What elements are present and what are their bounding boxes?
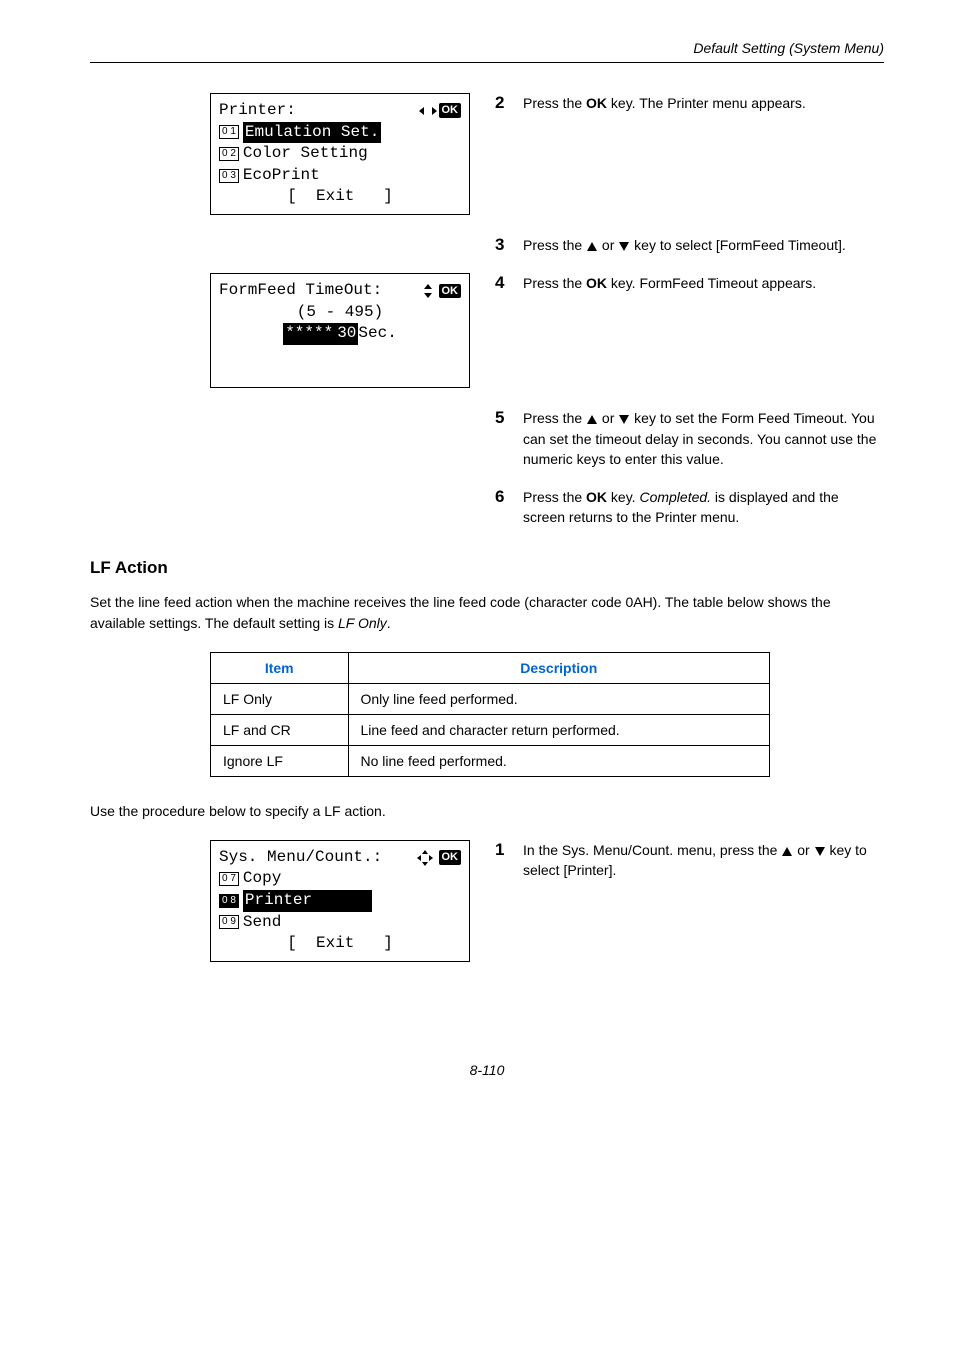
step-text: Press the OK key. FormFeed Timeout appea… <box>523 273 816 293</box>
item-number: 0 1 <box>219 125 239 139</box>
menu-item-ecoprint: EcoPrint <box>243 165 320 187</box>
lcd-sys-menu: Sys. Menu/Count.: OK 0 7Copy 0 8Printer … <box>210 840 470 962</box>
item-number: 0 3 <box>219 169 239 183</box>
up-arrow-icon <box>587 242 597 251</box>
page-number: 8-110 <box>90 1062 884 1078</box>
menu-item-printer: Printer <box>243 890 372 912</box>
value-suffix: Sec. <box>358 323 396 345</box>
down-arrow-icon <box>815 847 825 856</box>
menu-item-copy: Copy <box>243 868 281 890</box>
table-row: LF Only Only line feed performed. <box>211 683 770 714</box>
exit-label: [ Exit ] <box>287 186 393 208</box>
table-row: LF and CR Line feed and character return… <box>211 714 770 745</box>
lcd-formfeed-timeout: FormFeed TimeOut: OK (5 - 495) *****30Se… <box>210 273 470 388</box>
ok-icon: OK <box>439 284 462 299</box>
value-number: 30 <box>335 323 358 345</box>
section-heading: LF Action <box>90 558 884 578</box>
item-number: 0 8 <box>219 894 239 908</box>
step-number: 3 <box>495 235 523 255</box>
menu-item-color: Color Setting <box>243 143 368 165</box>
updown-icon <box>421 284 435 298</box>
up-arrow-icon <box>587 415 597 424</box>
down-arrow-icon <box>619 242 629 251</box>
exit-label: [ Exit ] <box>287 933 393 955</box>
table-header-description: Description <box>348 652 770 683</box>
menu-item-send: Send <box>243 912 281 934</box>
step-text: Press the or key to select [FormFeed Tim… <box>523 235 846 255</box>
down-arrow-icon <box>619 415 629 424</box>
step-text: Press the OK key. The Printer menu appea… <box>523 93 806 113</box>
table-row: Ignore LF No line feed performed. <box>211 745 770 776</box>
table-header-item: Item <box>211 652 349 683</box>
ok-icon: OK <box>439 850 462 865</box>
range-label: (5 - 495) <box>297 302 383 324</box>
item-number: 0 9 <box>219 915 239 929</box>
lcd-title: Sys. Menu/Count.: <box>219 847 382 869</box>
step-number: 5 <box>495 408 523 469</box>
nav-arrows-icon <box>419 104 437 118</box>
step-number: 6 <box>495 487 523 528</box>
step-text: Press the or key to set the Form Feed Ti… <box>523 408 884 469</box>
menu-item-emulation: Emulation Set. <box>243 122 381 144</box>
step-text: Press the OK key. Completed. is displaye… <box>523 487 884 528</box>
item-number: 0 2 <box>219 147 239 161</box>
step-text: In the Sys. Menu/Count. menu, press the … <box>523 840 884 881</box>
section-paragraph: Set the line feed action when the machin… <box>90 592 884 634</box>
up-arrow-icon <box>782 847 792 856</box>
lcd-printer-menu: Printer: OK 0 1 Emulation Set. 0 2 Color S… <box>210 93 470 215</box>
procedure-intro: Use the procedure below to specify a LF … <box>90 801 884 822</box>
step-number: 2 <box>495 93 523 113</box>
item-number: 0 7 <box>219 872 239 886</box>
page-header: Default Setting (System Menu) <box>90 40 884 63</box>
ok-icon: OK <box>439 103 462 118</box>
step-number: 1 <box>495 840 523 881</box>
lcd-title: FormFeed TimeOut: <box>219 280 382 302</box>
step-number: 4 <box>495 273 523 293</box>
lcd-title: Printer: <box>219 100 296 122</box>
value-prefix: ***** <box>283 323 335 345</box>
lf-action-table: Item Description LF Only Only line feed … <box>210 652 770 777</box>
nav-cross-icon <box>417 850 433 866</box>
